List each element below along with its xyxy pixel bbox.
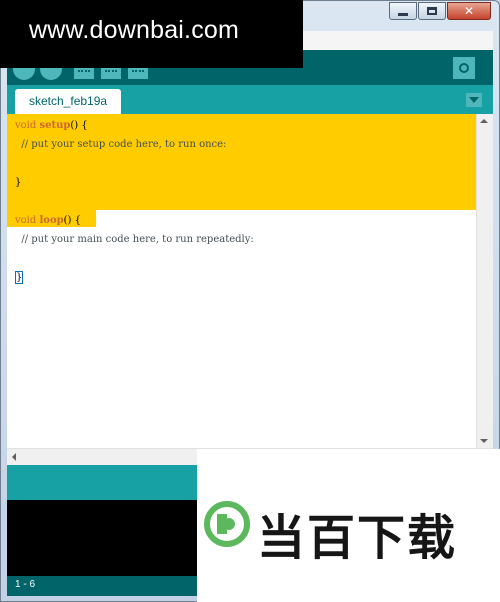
tab-sketch[interactable]: sketch_feb19a <box>15 89 122 114</box>
code-line: void setup() { <box>15 116 254 135</box>
open-icon <box>105 70 117 74</box>
function-name: setup <box>39 120 71 131</box>
window-controls: ✕ <box>389 2 491 20</box>
save-icon <box>132 70 144 74</box>
code-lines: void setup() { // put your setup code he… <box>15 116 254 287</box>
serial-monitor-button[interactable] <box>453 57 475 79</box>
scroll-left-icon[interactable] <box>12 453 16 461</box>
maximize-button[interactable] <box>418 2 446 20</box>
close-button[interactable]: ✕ <box>447 2 491 20</box>
code-comment: // put your setup code here, to run once… <box>15 139 227 150</box>
code-comment: // put your main code here, to run repea… <box>15 234 254 245</box>
code-punctuation: () { <box>70 120 88 131</box>
tab-bar: sketch_feb19a <box>7 85 493 114</box>
tab-menu-button[interactable] <box>466 93 482 107</box>
chevron-down-icon <box>469 97 479 103</box>
matched-brace: } <box>15 271 24 284</box>
close-icon: ✕ <box>463 4 475 18</box>
code-line: } <box>15 268 254 287</box>
code-line: } <box>15 177 22 188</box>
logo-icon <box>204 501 250 547</box>
watermark-logo-panel: 当百下载 <box>197 449 500 602</box>
code-editor[interactable]: void setup() { // put your setup code he… <box>7 114 476 448</box>
watermark-url-text: www.downbai.com <box>29 16 240 44</box>
magnifier-icon <box>459 63 469 73</box>
new-icon <box>78 70 90 74</box>
scroll-down-icon[interactable] <box>480 439 488 443</box>
watermark-url-banner: www.downbai.com <box>0 0 303 68</box>
code-punctuation: () { <box>63 215 81 226</box>
vertical-scrollbar[interactable] <box>476 114 493 448</box>
minimize-button[interactable] <box>389 2 417 20</box>
scroll-up-icon[interactable] <box>480 119 488 123</box>
line-number-indicator: 1 - 6 <box>15 579 36 590</box>
keyword: void <box>15 215 37 226</box>
maximize-icon <box>427 7 437 15</box>
code-line: void loop() { <box>15 211 254 230</box>
function-name: loop <box>39 215 64 226</box>
minimize-icon <box>398 12 408 16</box>
watermark-logo-text: 当百下载 <box>257 510 458 566</box>
keyword: void <box>15 120 37 131</box>
